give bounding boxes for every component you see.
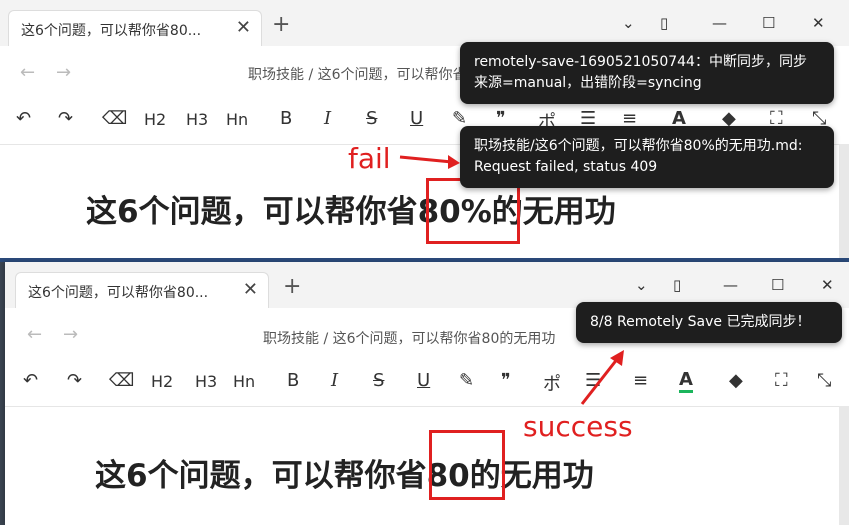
sync-error-toast[interactable]: remotely-save-1690521050744：中断同步，同步来源=ma… [460, 42, 834, 104]
italic-button[interactable]: I [324, 108, 331, 129]
strikethrough-button[interactable]: S [366, 108, 377, 129]
chevron-down-icon[interactable]: ⌄ [635, 276, 648, 294]
underline-button[interactable]: U [417, 370, 430, 391]
sidebar-toggle-icon[interactable]: ▯ [673, 276, 681, 294]
breadcrumb-parent[interactable]: 职场技能 [248, 67, 304, 83]
title-bar: 这6个问题，可以帮你省80... ✕ + ⌄ ▯ — ☐ ✕ [0, 0, 849, 47]
breadcrumb-separator: / [308, 67, 314, 83]
editor-toolbar: ↶ ↷ ⌫ H2 H3 Hn B I S U ✎ ❞ ポ ☰ ≡ A ◆ ⛶ ⤡ [5, 360, 849, 407]
quote-icon[interactable]: ❞ [501, 370, 511, 391]
heading3-button[interactable]: H3 [195, 372, 217, 391]
breadcrumb: 职场技能 / 这6个问题，可以帮你省80的无用功 [263, 328, 555, 348]
heading2-button[interactable]: H2 [151, 372, 173, 391]
fullscreen-icon[interactable]: ⛶ [775, 370, 788, 391]
chevron-down-icon[interactable]: ⌄ [622, 14, 635, 32]
breadcrumb-parent[interactable]: 职场技能 [263, 331, 319, 347]
scrollbar[interactable] [839, 406, 849, 525]
minimize-button[interactable]: — [712, 14, 727, 32]
bold-button[interactable]: B [280, 108, 292, 129]
breadcrumb-current: 这6个问题，可以帮你省80的无用功 [332, 331, 556, 347]
redo-icon[interactable]: ↷ [67, 370, 82, 391]
strikethrough-button[interactable]: S [373, 370, 384, 391]
eraser-icon[interactable]: ⌫ [109, 370, 134, 391]
maximize-button[interactable]: ☐ [771, 276, 784, 294]
background-color-icon[interactable]: ◆ [729, 370, 743, 391]
success-arrow-icon [580, 350, 624, 405]
minimize-button[interactable]: — [723, 276, 738, 294]
tab-close-icon[interactable]: ✕ [236, 17, 251, 38]
forward-arrow-icon[interactable]: → [56, 62, 71, 83]
tab-close-icon[interactable]: ✕ [243, 279, 258, 300]
heading2-button[interactable]: H2 [144, 110, 166, 129]
maximize-button[interactable]: ☐ [762, 14, 775, 32]
back-arrow-icon[interactable]: ← [27, 324, 42, 345]
collapse-icon[interactable]: ⤡ [817, 370, 831, 391]
new-tab-button[interactable]: + [272, 12, 290, 37]
fail-annotation: fail [348, 142, 391, 175]
font-color-icon[interactable]: A [679, 370, 693, 393]
tab-title: 这6个问题，可以帮你省80... [28, 285, 209, 301]
heading-n-button[interactable]: Hn [233, 372, 255, 391]
close-window-button[interactable]: ✕ [821, 276, 834, 294]
document-title: 这6个问题，可以帮你省80%的无用功 [86, 194, 616, 230]
note-tab[interactable]: 这6个问题，可以帮你省80... ✕ [15, 272, 269, 309]
success-annotation: success [523, 410, 633, 443]
scrollbar[interactable] [839, 144, 849, 258]
align-icon[interactable]: ≡ [633, 370, 648, 391]
undo-icon[interactable]: ↶ [23, 370, 38, 391]
request-failed-toast[interactable]: 职场技能/这6个问题，可以帮你省80%的无用功.md: Request fail… [460, 126, 834, 188]
redo-icon[interactable]: ↷ [58, 108, 73, 129]
sidebar-toggle-icon[interactable]: ▯ [660, 14, 668, 32]
fail-arrow-icon [399, 155, 460, 169]
heading3-button[interactable]: H3 [186, 110, 208, 129]
highlight-box-success [429, 430, 505, 500]
underline-button[interactable]: U [410, 108, 423, 129]
tab-title: 这6个问题，可以帮你省80... [21, 23, 202, 39]
note-tab[interactable]: 这6个问题，可以帮你省80... ✕ [8, 10, 262, 47]
code-icon[interactable]: ポ [543, 370, 561, 396]
close-window-button[interactable]: ✕ [812, 14, 825, 32]
undo-icon[interactable]: ↶ [16, 108, 31, 129]
breadcrumb-separator: / [323, 331, 329, 347]
italic-button[interactable]: I [331, 370, 338, 391]
forward-arrow-icon[interactable]: → [63, 324, 78, 345]
highlight-pen-icon[interactable]: ✎ [459, 370, 474, 391]
heading-n-button[interactable]: Hn [226, 110, 248, 129]
back-arrow-icon[interactable]: ← [20, 62, 35, 83]
bold-button[interactable]: B [287, 370, 299, 391]
new-tab-button[interactable]: + [283, 274, 301, 299]
sync-success-toast[interactable]: 8/8 Remotely Save 已完成同步！ [576, 302, 842, 343]
eraser-icon[interactable]: ⌫ [102, 108, 127, 129]
document-title: 这6个问题，可以帮你省80的无用功 [95, 458, 594, 494]
